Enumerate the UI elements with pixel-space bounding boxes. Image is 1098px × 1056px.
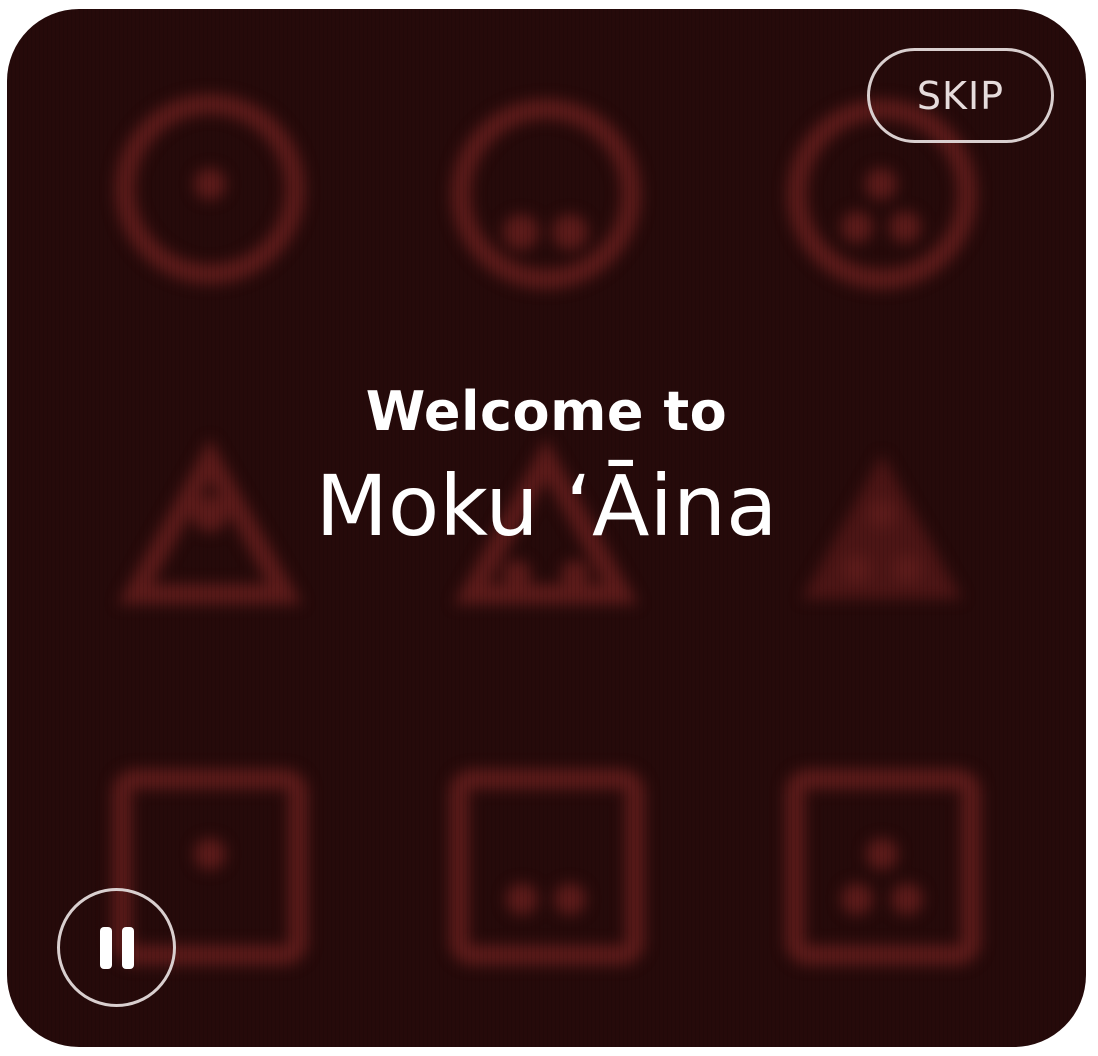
circle-two-dots-icon (451, 99, 641, 289)
pause-icon (99, 926, 112, 969)
pause-icon (121, 926, 134, 969)
welcome-text: Welcome to (365, 380, 728, 443)
square-two-dots-icon (449, 769, 645, 965)
pause-button[interactable] (57, 888, 176, 1007)
skip-button[interactable]: SKIP (867, 48, 1054, 143)
square-three-dots-icon (785, 769, 981, 965)
app-name: Moku ʻĀina (315, 457, 778, 555)
splash-screen: Welcome to Moku ʻĀina SKIP (7, 9, 1086, 1047)
circle-dot-icon (115, 94, 305, 284)
welcome-title: Welcome to Moku ʻĀina (7, 377, 1086, 561)
